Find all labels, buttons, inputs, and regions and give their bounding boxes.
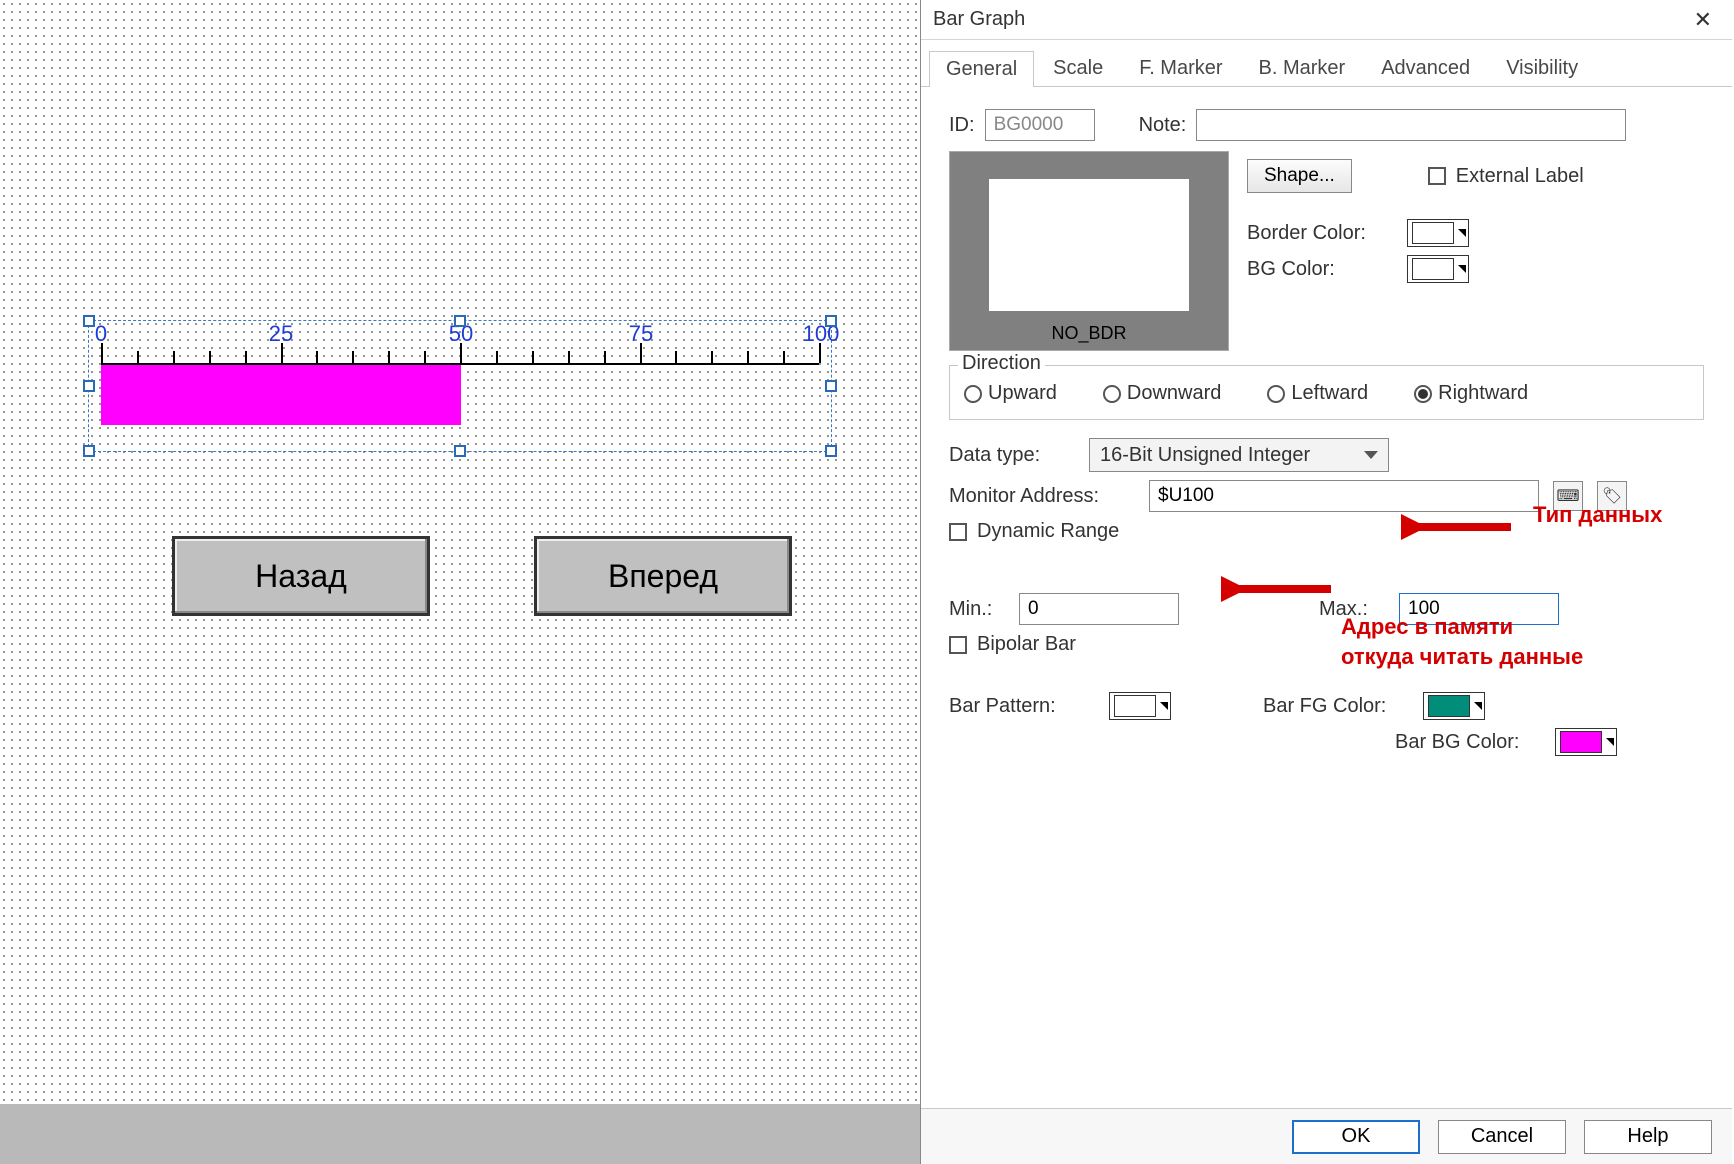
canvas-button-forward[interactable]: Вперед (534, 536, 792, 616)
resize-handle[interactable] (83, 445, 95, 457)
canvas-button-back[interactable]: Назад (172, 536, 430, 616)
radio-upward[interactable]: Upward (964, 382, 1057, 405)
canvas-footer (0, 1104, 920, 1164)
data-type-select[interactable]: 16-Bit Unsigned Integer (1089, 438, 1389, 472)
ok-button[interactable]: OK (1292, 1120, 1420, 1154)
design-canvas[interactable]: 0 25 50 75 100 Назад Вперед (0, 0, 920, 1120)
bipolar-checkbox[interactable] (949, 636, 967, 654)
resize-handle[interactable] (83, 380, 95, 392)
resize-handle[interactable] (825, 315, 837, 327)
scale-ticks (101, 343, 819, 365)
data-type-value: 16-Bit Unsigned Integer (1100, 444, 1310, 467)
annotation-arrow-type (1401, 512, 1521, 542)
canvas-button-forward-label: Вперед (608, 558, 718, 595)
bar-pattern-label: Bar Pattern: (949, 695, 1099, 718)
bar-area (101, 365, 843, 425)
resize-handle[interactable] (83, 315, 95, 327)
bar-bg-picker[interactable] (1555, 728, 1617, 756)
external-label-text: External Label (1456, 165, 1584, 188)
bar-graph-dialog: Bar Graph ✕ General Scale F. Marker B. M… (920, 0, 1732, 1164)
tab-scale[interactable]: Scale (1036, 50, 1120, 86)
dialog-title: Bar Graph (933, 8, 1686, 31)
bar-pattern-picker[interactable] (1109, 692, 1171, 720)
data-type-label: Data type: (949, 444, 1079, 467)
bar-fg-label: Bar FG Color: (1263, 695, 1413, 718)
tab-advanced[interactable]: Advanced (1364, 50, 1487, 86)
radio-downward-label: Downward (1127, 382, 1221, 405)
tab-general[interactable]: General (929, 51, 1034, 87)
cancel-button[interactable]: Cancel (1438, 1120, 1566, 1154)
bar-bg-label: Bar BG Color: (1395, 731, 1545, 754)
close-icon[interactable]: ✕ (1686, 7, 1720, 33)
id-label: ID: (949, 114, 975, 137)
monitor-address-field[interactable] (1149, 480, 1539, 512)
direction-title: Direction (958, 352, 1045, 375)
resize-handle[interactable] (825, 445, 837, 457)
radio-upward-label: Upward (988, 382, 1057, 405)
tab-bmarker[interactable]: B. Marker (1242, 50, 1363, 86)
titlebar[interactable]: Bar Graph ✕ (921, 0, 1732, 40)
resize-handle[interactable] (454, 315, 466, 327)
shape-preview-inner (989, 179, 1189, 311)
radio-downward[interactable]: Downward (1103, 382, 1221, 405)
shape-button[interactable]: Shape... (1247, 159, 1352, 193)
dynamic-range-label: Dynamic Range (977, 520, 1119, 543)
bar-fg-picker[interactable] (1423, 692, 1485, 720)
dialog-footer: OK Cancel Help (921, 1108, 1732, 1164)
canvas-button-back-label: Назад (255, 558, 347, 595)
radio-leftward-label: Leftward (1291, 382, 1368, 405)
min-label: Min.: (949, 598, 1009, 621)
radio-leftward[interactable]: Leftward (1267, 382, 1368, 405)
bg-color-label: BG Color: (1247, 258, 1397, 281)
external-label-checkbox[interactable] (1428, 167, 1446, 185)
dynamic-range-checkbox[interactable] (949, 523, 967, 541)
annotation-addr-line1: Адрес в памяти (1341, 614, 1513, 640)
border-color-picker[interactable] (1407, 219, 1469, 247)
monitor-address-label: Monitor Address: (949, 485, 1139, 508)
radio-rightward[interactable]: Rightward (1414, 382, 1528, 405)
tab-visibility[interactable]: Visibility (1489, 50, 1595, 86)
pane-general: ID: Note: NO_BDR Shape... External Label… (921, 87, 1732, 756)
annotation-arrow-addr (1221, 574, 1341, 604)
shape-preview-caption: NO_BDR (1051, 323, 1126, 350)
tabs: General Scale F. Marker B. Marker Advanc… (921, 40, 1732, 87)
scale-row: 0 25 50 75 100 (89, 321, 831, 365)
border-color-label: Border Color: (1247, 222, 1397, 245)
resize-handle[interactable] (825, 380, 837, 392)
shape-preview: NO_BDR (949, 151, 1229, 351)
direction-group: Direction Upward Downward Leftward Right… (949, 365, 1704, 420)
bg-color-picker[interactable] (1407, 255, 1469, 283)
bar-graph-object[interactable]: 0 25 50 75 100 (88, 320, 832, 452)
help-button[interactable]: Help (1584, 1120, 1712, 1154)
bipolar-label: Bipolar Bar (977, 633, 1076, 656)
bar-fill (101, 365, 461, 425)
min-field[interactable] (1019, 593, 1179, 625)
resize-handle[interactable] (454, 445, 466, 457)
note-label: Note: (1139, 114, 1187, 137)
tab-fmarker[interactable]: F. Marker (1122, 50, 1239, 86)
id-field (985, 109, 1095, 141)
annotation-addr-line2: откуда читать данные (1341, 644, 1583, 670)
note-field[interactable] (1196, 109, 1626, 141)
radio-rightward-label: Rightward (1438, 382, 1528, 405)
annotation-type: Тип данных (1533, 502, 1662, 528)
